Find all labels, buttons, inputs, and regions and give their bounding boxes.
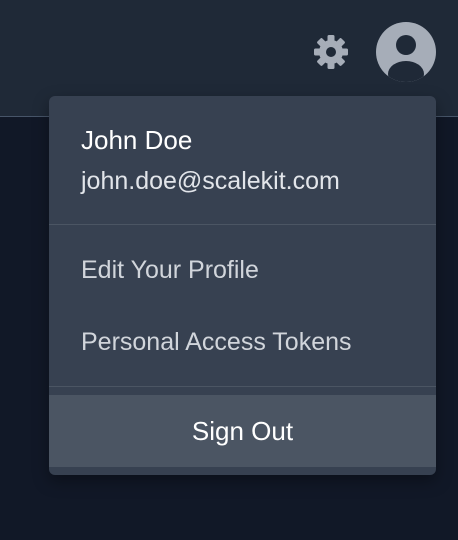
gear-icon xyxy=(314,35,348,69)
edit-profile-label: Edit Your Profile xyxy=(81,256,259,284)
user-name: John Doe xyxy=(81,125,193,155)
menu-divider xyxy=(49,224,436,225)
user-info: John Doe john.doe@scalekit.com xyxy=(49,96,436,224)
menu-divider xyxy=(49,386,436,387)
edit-profile-menu-item[interactable]: Edit Your Profile xyxy=(49,242,436,298)
sign-out-label: Sign Out xyxy=(191,416,294,446)
user-dropdown-menu: John Doe john.doe@scalekit.com Edit Your… xyxy=(49,96,436,475)
personal-access-tokens-label: Personal Access Tokens xyxy=(81,328,352,356)
settings-button[interactable] xyxy=(311,32,351,72)
personal-access-tokens-menu-item[interactable]: Personal Access Tokens xyxy=(49,314,436,370)
user-avatar-button[interactable] xyxy=(376,22,436,82)
user-avatar-icon xyxy=(388,35,424,82)
sign-out-button[interactable]: Sign Out xyxy=(49,395,436,467)
user-email: john.doe@scalekit.com xyxy=(81,167,340,195)
